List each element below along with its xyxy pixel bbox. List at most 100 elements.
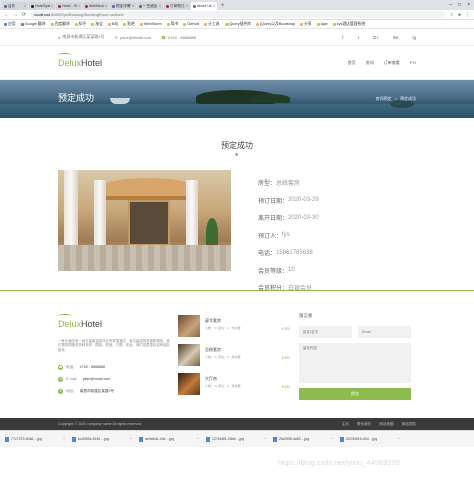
room-card[interactable]: 豪华套房 人数：4 | 床位：2 - 热水器 ¥ 300 <box>178 315 290 341</box>
email-input[interactable] <box>358 326 411 338</box>
instagram-icon[interactable]: ig <box>412 35 416 40</box>
close-icon[interactable]: × <box>213 4 215 8</box>
reload-icon[interactable]: ⟳ <box>22 12 26 18</box>
bookmark-item[interactable]: sys酒店管理系统 <box>332 22 365 27</box>
bookmark-item[interactable]: B站 <box>107 22 118 27</box>
facebook-icon[interactable]: f <box>342 35 343 40</box>
bookmark-item[interactable]: 简书 <box>166 22 178 27</box>
bookmark-icon <box>204 22 208 26</box>
bookmark-item[interactable]: 计工具 <box>204 22 220 27</box>
menu-icon[interactable]: ⋮ <box>465 12 470 18</box>
logo[interactable]: Delux Hotel <box>58 52 102 68</box>
room-thumbnail <box>178 373 200 395</box>
phone-icon: ☎ <box>160 34 166 40</box>
room-card[interactable]: 总统套房 人数：4 | 床位：2 - 热水器 ¥ 500 <box>178 344 290 370</box>
room-card[interactable]: 大厅房 人数：4 | 床位：2 - 热水器 ¥ 600 <box>178 373 290 399</box>
new-tab-button[interactable]: + <box>218 3 228 10</box>
nav-item-home[interactable]: 首页 <box>348 60 356 66</box>
forward-icon[interactable]: → <box>13 12 18 18</box>
account-icon[interactable]: ● <box>458 12 461 18</box>
bookmark-icon <box>139 22 143 26</box>
copyright-text: Copyright © 2020 company name All rights… <box>58 422 143 426</box>
chevron-up-icon[interactable]: ^ <box>63 437 65 441</box>
name-input[interactable] <box>299 326 352 338</box>
browser-tab[interactable]: 订单预订系统× <box>164 2 190 10</box>
bookmark-item[interactable]: 百度翻译 <box>50 22 70 27</box>
download-item[interactable]: ae9a5d1-44e ...jpg ^ <box>137 434 201 445</box>
browser-tab[interactable]: 一些酒店 × <box>137 2 163 10</box>
bookmark-item[interactable]: jQuery插件库 <box>224 22 251 27</box>
close-icon[interactable]: × <box>105 4 107 8</box>
chevron-up-icon[interactable]: ^ <box>398 437 400 441</box>
mail-icon: ✉ <box>114 34 119 40</box>
google-plus-icon[interactable]: G+ <box>373 35 379 40</box>
browser-tab[interactable]: HotelSystem/s× <box>29 2 55 10</box>
close-icon[interactable]: × <box>159 4 161 8</box>
download-item[interactable]: 77c7379-40a6 ...jpg ^ <box>3 434 67 445</box>
submit-button[interactable]: 提交 <box>299 388 411 400</box>
address-bar: ← → ⟳ localhost:8080/Sys/Booking/Booking… <box>0 10 474 20</box>
footer-link[interactable]: 网站地图 <box>379 422 393 427</box>
bookmark-icon <box>300 22 304 26</box>
download-item[interactable]: 20230516-40d ...jpg ^ <box>338 434 402 445</box>
bookmark-item[interactable]: 分享 <box>300 22 312 27</box>
chevron-up-icon[interactable]: ^ <box>130 437 132 441</box>
close-icon[interactable]: × <box>78 4 80 8</box>
minimize-icon[interactable]: – <box>449 2 452 8</box>
chevron-up-icon[interactable]: ^ <box>264 437 266 441</box>
download-item[interactable]: 26d3f36-4a53 ...jpg ^ <box>271 434 335 445</box>
image-file-icon <box>273 436 277 442</box>
close-icon[interactable]: × <box>51 4 53 8</box>
site-footer: Delux Hotel 一家大酒店有一间五星级温泉设计的宾馆酒店，有五星级的设施和… <box>0 290 474 418</box>
breadcrumb-link[interactable]: 房间预定 <box>376 96 392 102</box>
bookmark-item[interactable]: WebStorm <box>139 22 162 26</box>
star-icon[interactable]: ☆ <box>449 12 453 18</box>
bookmark-item[interactable]: 贴吧 <box>123 22 135 27</box>
browser-tab[interactable]: 预定详情管理× <box>110 2 136 10</box>
nav-item-rooms[interactable]: 房间 <box>366 60 374 66</box>
footer-logo[interactable]: Delux Hotel <box>58 314 102 329</box>
topbar-address: ● 南昌市新建区某某路1号 <box>58 34 105 40</box>
footer-link[interactable]: 主页 <box>342 422 349 427</box>
bookmark-item[interactable]: GitHub <box>183 22 199 26</box>
chevron-up-icon[interactable]: ^ <box>197 437 199 441</box>
nav-item-fyi[interactable]: FYI <box>410 60 416 66</box>
chevron-up-icon[interactable]: ^ <box>331 437 333 441</box>
message-form: 留言板 提交 <box>299 313 411 400</box>
bookmark-item[interactable]: Google 翻译 <box>20 22 46 27</box>
close-window-icon[interactable]: × <box>467 2 470 8</box>
footer-address: ● 地址： 南昌市新建区某路2号 <box>58 388 115 394</box>
behance-icon[interactable]: Be <box>393 35 399 40</box>
bookmark-item[interactable]: 应用 <box>4 22 16 27</box>
browser-tab-active[interactable]: About Us × <box>191 2 217 10</box>
site-topbar: ● 南昌市新建区某某路1号 ✉ yuhe@email.com ☎ 0769 - 888… <box>0 29 474 46</box>
bookmark-item[interactable]: 知乎 <box>74 22 86 27</box>
close-icon[interactable]: × <box>132 4 134 8</box>
bookmark-icon <box>183 22 187 26</box>
browser-tab[interactable]: Hotel - Gitee× <box>56 2 82 10</box>
download-item[interactable]: 127bb8f1-28a6 ...jpg ^ <box>204 434 268 445</box>
url-field[interactable]: localhost:8080/Sys/Booking/BookingRoom.a… <box>30 11 446 18</box>
footer-link[interactable]: 网站导航 <box>402 422 416 427</box>
bookmark-item[interactable]: jQuery以及Bootstrap <box>256 22 295 27</box>
maximize-icon[interactable]: □ <box>458 2 461 8</box>
close-icon[interactable]: × <box>186 4 188 8</box>
photo-column <box>94 180 106 254</box>
download-item[interactable]: bc2b53a-814e ...jpg ^ <box>70 434 134 445</box>
twitter-icon[interactable]: t <box>358 35 359 40</box>
page-banner: 预定成功 房间预定 > 预定成功 <box>0 80 474 118</box>
message-textarea[interactable] <box>299 343 411 383</box>
favicon-icon <box>112 4 115 8</box>
bookmark-item[interactable]: ajax <box>316 22 328 26</box>
detail-room-type: 房型： 总统套房 <box>258 181 301 188</box>
github-icon <box>31 4 34 8</box>
back-icon[interactable]: ← <box>4 12 9 18</box>
nav-item-orders[interactable]: 订单查看 <box>384 60 400 66</box>
browser-tab[interactable]: WebMusicoptic× <box>83 2 109 10</box>
section-title: 预定成功 <box>221 141 253 150</box>
close-icon[interactable]: × <box>24 4 26 8</box>
footer-link[interactable]: 联系我们 <box>357 422 371 427</box>
bookmark-item[interactable]: 淘宝 <box>91 22 103 27</box>
browser-tab-bar: 这件× HotelSystem/s× Hotel - Gitee× WebMus… <box>0 0 474 10</box>
browser-tab[interactable]: 这件 × <box>2 2 28 10</box>
